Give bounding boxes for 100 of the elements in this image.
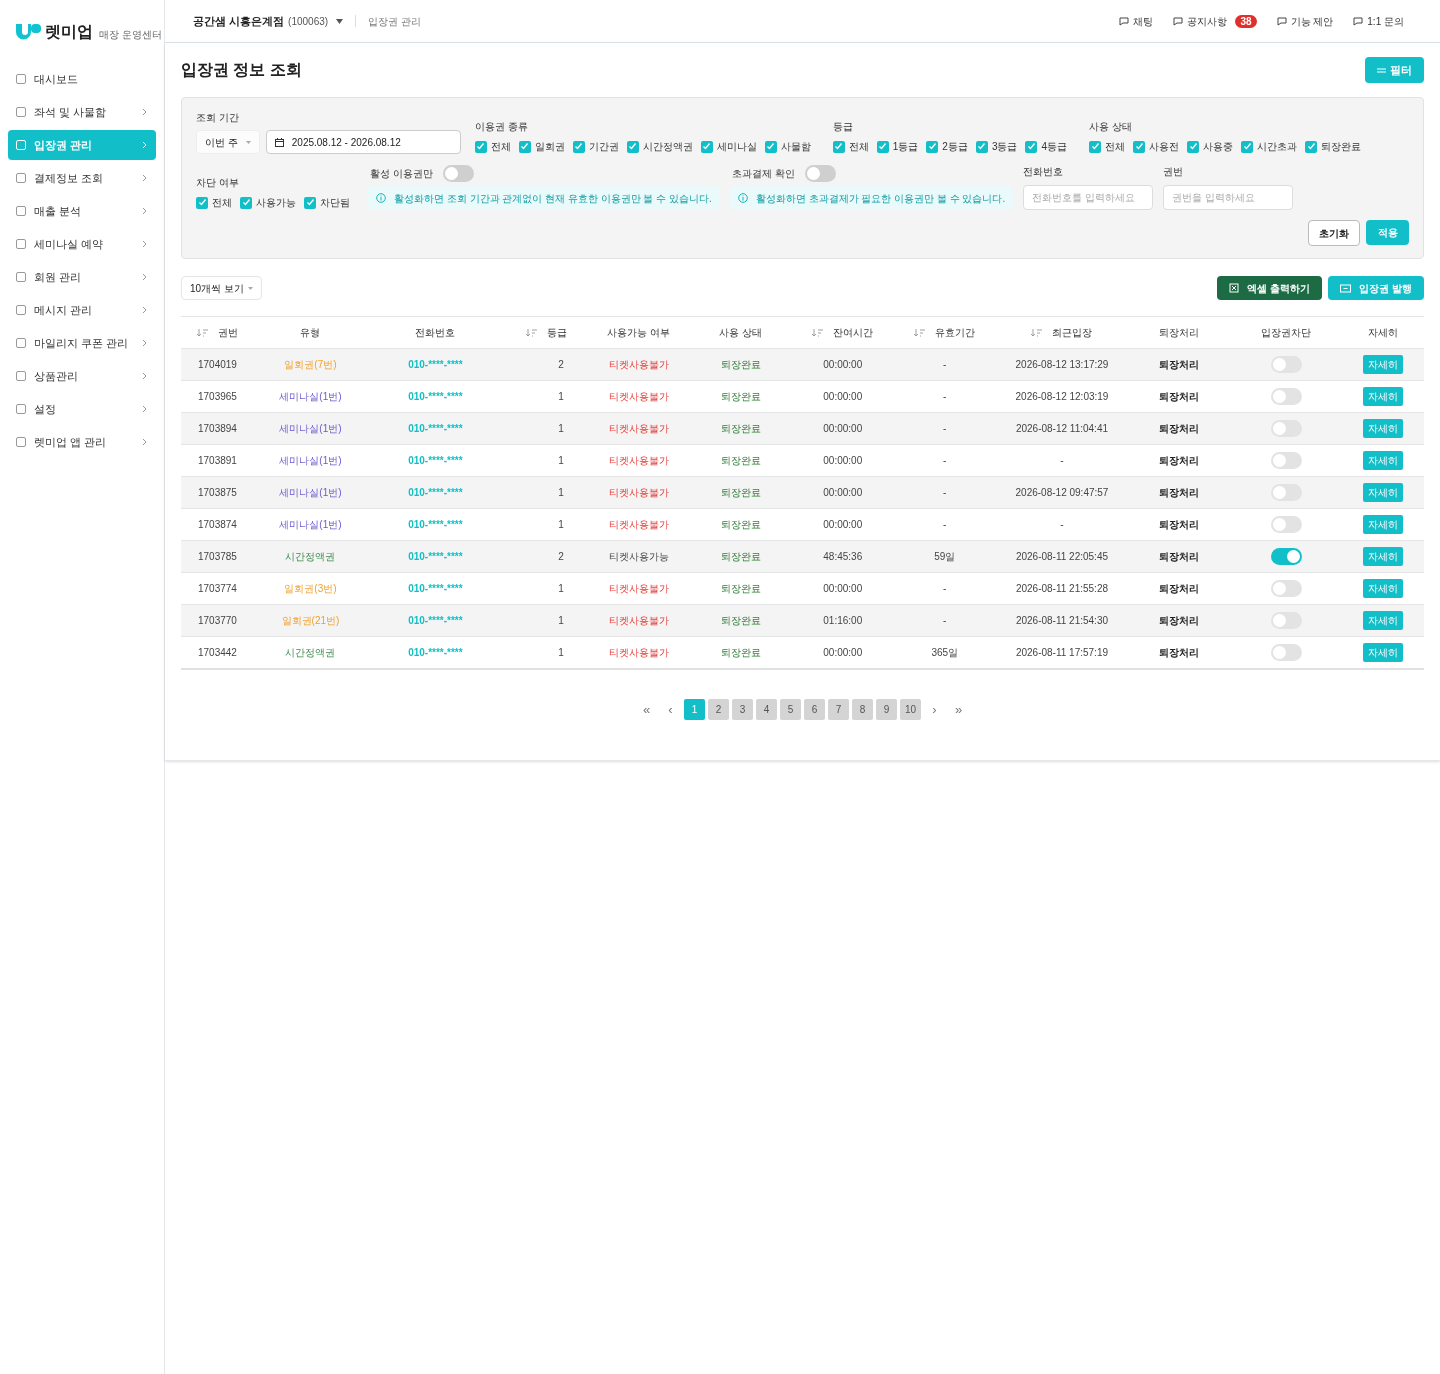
header-link[interactable]: 공지사항 38 <box>1173 13 1257 29</box>
checkbox-label[interactable]: 퇴장완료 <box>1321 139 1362 154</box>
checkbox[interactable] <box>1089 140 1102 153</box>
period-select[interactable]: 이번 주 <box>196 130 260 154</box>
header-link[interactable]: 기능 제안 <box>1276 13 1334 29</box>
checkbox-label[interactable]: 시간초과 <box>1257 139 1298 154</box>
page-size-select[interactable]: 10개씩 보기 <box>181 276 262 300</box>
checkbox-label[interactable]: 4등급 <box>1041 139 1068 154</box>
checkbox[interactable] <box>700 140 713 153</box>
checkbox-label[interactable]: 전체 <box>848 139 869 154</box>
toggle-switch[interactable] <box>1270 388 1302 405</box>
checkbox[interactable] <box>1187 140 1200 153</box>
toggle-switch[interactable] <box>442 165 474 182</box>
exit-link[interactable]: 퇴장처리 <box>1159 391 1200 402</box>
sidebar-item[interactable]: 결제정보 조회 <box>8 163 156 193</box>
page-button[interactable]: 5 <box>780 699 801 720</box>
page-button[interactable]: 2 <box>708 699 729 720</box>
checkbox-label[interactable]: 사용가능 <box>256 195 296 210</box>
sidebar-item[interactable]: 회원 관리 <box>8 262 156 292</box>
exit-link[interactable]: 퇴장처리 <box>1159 615 1200 626</box>
page-button[interactable]: 8 <box>852 699 873 720</box>
toggle-switch[interactable] <box>1270 612 1302 629</box>
table-cell: 00:00:00 <box>823 583 863 594</box>
page-button[interactable]: 7 <box>828 699 849 720</box>
sidebar-item[interactable]: 좌석 및 사물함 <box>8 97 156 127</box>
toggle-switch[interactable] <box>1270 484 1302 501</box>
exit-link[interactable]: 퇴장처리 <box>1159 646 1200 658</box>
exit-link[interactable]: 퇴장처리 <box>1159 359 1200 370</box>
sort-icon[interactable] <box>914 328 926 337</box>
checkbox-label[interactable]: 시간정액권 <box>642 139 693 154</box>
checkbox[interactable] <box>626 140 639 153</box>
phone-number: 010-****-**** <box>408 455 463 466</box>
exit-link[interactable]: 퇴장처리 <box>1159 583 1200 594</box>
checkbox[interactable] <box>832 140 845 153</box>
checkbox[interactable] <box>1025 140 1038 153</box>
sidebar-item[interactable]: 마일리지 쿠폰 관리 <box>8 328 156 358</box>
checkbox[interactable] <box>1241 140 1254 153</box>
checkbox-label[interactable]: 3등급 <box>991 139 1018 154</box>
checkbox[interactable] <box>572 140 585 153</box>
date-range-field[interactable]: 2025.08.12 - 2026.08.12 <box>265 130 461 154</box>
excel-button[interactable]: 엑셀 출력하기 <box>1217 276 1323 300</box>
toggle-switch[interactable] <box>1270 548 1302 565</box>
toggle-switch[interactable] <box>1270 580 1302 597</box>
checkbox[interactable] <box>474 140 487 153</box>
exit-link[interactable]: 퇴장처리 <box>1159 487 1200 498</box>
sidebar-item[interactable]: 세미나실 예약 <box>8 229 156 259</box>
sidebar-item[interactable]: 상품관리 <box>8 361 156 391</box>
reset-button[interactable]: 초기화 <box>1308 220 1360 246</box>
toggle-switch[interactable] <box>804 165 836 182</box>
checkbox[interactable] <box>518 140 531 153</box>
checkbox[interactable] <box>196 196 208 209</box>
input-field[interactable]: 권번을 입력하세요 <box>1163 185 1294 210</box>
header-link[interactable]: 채팅 <box>1119 13 1154 29</box>
caret-icon <box>247 286 253 290</box>
sidebar-item[interactable]: 설정 <box>8 394 156 424</box>
sort-icon[interactable] <box>812 328 824 337</box>
checkbox-label[interactable]: 2등급 <box>942 139 968 154</box>
checkbox-label[interactable]: 전체 <box>490 139 511 154</box>
page-button[interactable]: 3 <box>732 699 753 720</box>
checkbox-label[interactable]: 사물함 <box>780 139 811 154</box>
sidebar-item[interactable]: 렛미업 앱 관리 <box>8 427 156 457</box>
checkbox[interactable] <box>876 140 889 153</box>
checkbox-label[interactable]: 전체 <box>212 195 232 210</box>
checkbox-label[interactable]: 1등급 <box>892 139 919 154</box>
checkbox-label[interactable]: 차단됨 <box>320 195 350 210</box>
checkbox[interactable] <box>926 140 939 153</box>
checkbox[interactable] <box>1305 140 1318 153</box>
exit-link[interactable]: 퇴장처리 <box>1159 423 1200 434</box>
checkbox-label[interactable]: 세미나실 <box>716 139 757 154</box>
toggle-switch[interactable] <box>1270 420 1302 437</box>
sort-icon[interactable] <box>197 328 209 337</box>
checkbox-label[interactable]: 일회권 <box>534 139 565 154</box>
page-button[interactable]: 4 <box>756 699 777 720</box>
checkbox-label[interactable]: 기간권 <box>588 139 619 154</box>
input-field[interactable]: 전화번호를 입력하세요 <box>1023 185 1154 210</box>
page-button[interactable]: 9 <box>876 699 897 720</box>
checkbox-label[interactable]: 사용전 <box>1149 139 1180 154</box>
sidebar-item[interactable]: 대시보드 <box>8 64 156 94</box>
toggle-switch[interactable] <box>1270 643 1302 661</box>
checkbox[interactable] <box>975 140 988 153</box>
toggle-switch[interactable] <box>1270 452 1302 469</box>
sidebar-item[interactable]: 메시지 관리 <box>8 295 156 325</box>
store-name[interactable]: 공간샘 시흥은계점 <box>193 12 285 30</box>
toggle-switch[interactable] <box>1270 356 1302 373</box>
checkbox[interactable] <box>1133 140 1146 153</box>
checkbox-label[interactable]: 사용중 <box>1203 139 1234 154</box>
checkbox[interactable] <box>304 196 316 209</box>
sort-icon[interactable] <box>525 328 537 337</box>
sort-icon[interactable] <box>1031 328 1043 337</box>
exit-link[interactable]: 퇴장처리 <box>1159 519 1200 530</box>
exit-link[interactable]: 퇴장처리 <box>1159 455 1200 466</box>
sidebar-item[interactable]: 매출 분석 <box>8 196 156 226</box>
toggle-switch[interactable] <box>1270 516 1302 533</box>
header-link[interactable]: 1:1 문의 <box>1353 13 1404 29</box>
checkbox[interactable] <box>764 140 777 153</box>
checkbox-label[interactable]: 전체 <box>1105 139 1126 154</box>
checkbox[interactable] <box>240 196 252 209</box>
page-button[interactable]: 6 <box>804 699 825 720</box>
exit-link[interactable]: 퇴장처리 <box>1159 551 1200 562</box>
page-button[interactable]: 10 <box>900 699 921 720</box>
